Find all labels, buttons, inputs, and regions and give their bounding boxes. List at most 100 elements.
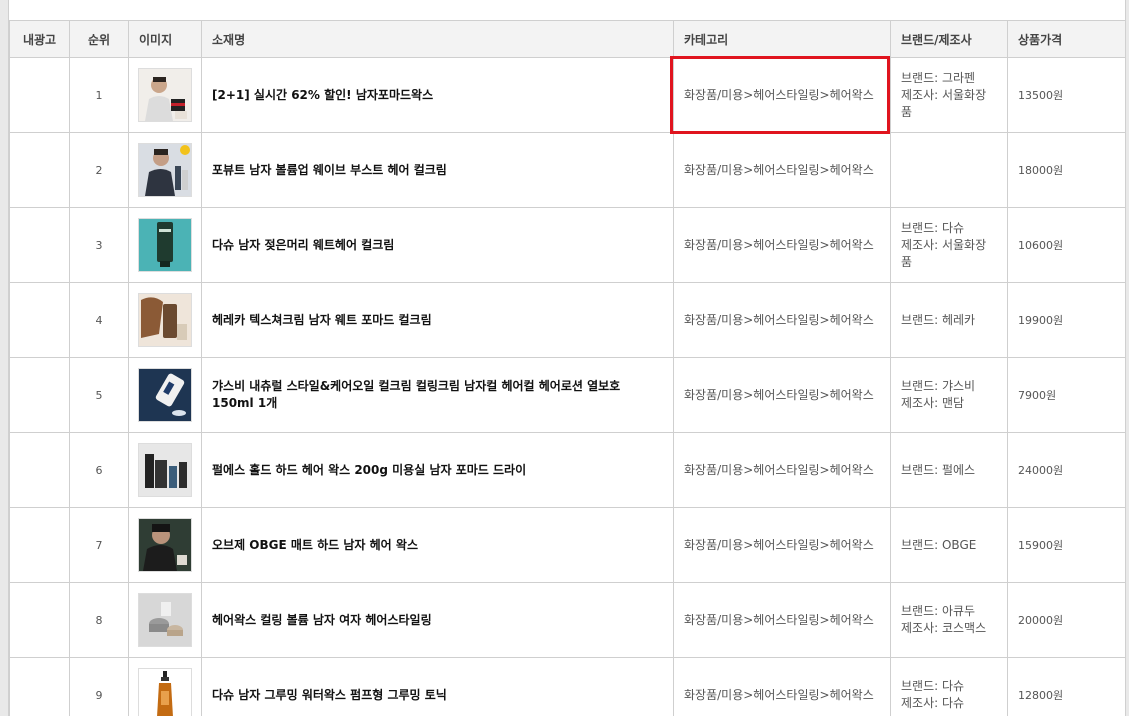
category-text: 화장품/미용>헤어스타일링>헤어왁스 <box>684 237 874 252</box>
product-table: 내광고 순위 이미지 소재명 카테고리 브랜드/제조사 상품가격 1 [2+1] … <box>9 20 1125 716</box>
brand-cell: 브랜드: 다슈제조사: 서울화장품 <box>890 207 1008 283</box>
table-row[interactable]: 9 다슈 남자 그루밍 워터왁스 펌프형 그루밍 토닉 화장품/미용>헤어스타일링>… <box>9 657 1125 716</box>
category-cell: 화장품/미용>헤어스타일링>헤어왁스 <box>670 56 891 134</box>
header-category[interactable]: 카테고리 <box>673 20 891 58</box>
brand-text: 브랜드: 다슈 <box>901 220 965 235</box>
product-thumbnail[interactable] <box>138 593 192 647</box>
brand-cell: 브랜드: 갸스비제조사: 맨담 <box>890 357 1008 433</box>
brand-text: 브랜드: 펄에스 <box>901 462 976 477</box>
table-row[interactable]: 8 헤어왁스 컬링 볼륨 남자 여자 헤어스타일링 화장품/미용>헤어스타일링>헤어… <box>9 582 1125 658</box>
brand-text: 브랜드: 갸스비 <box>901 379 976 393</box>
price-cell: 12800원 <box>1007 657 1125 716</box>
header-name[interactable]: 소재명 <box>201 20 674 58</box>
image-cell <box>128 657 202 716</box>
product-name-cell[interactable]: 오브제 OBGE 매트 하드 남자 헤어 왁스 <box>201 507 674 583</box>
header-image[interactable]: 이미지 <box>128 20 202 58</box>
image-cell <box>128 282 202 358</box>
image-cell <box>128 132 202 208</box>
maker-text: 제조사: 다슈 <box>901 696 965 710</box>
price-cell: 20000원 <box>1007 582 1125 658</box>
brand-text: 브랜드: 다슈 <box>901 679 965 693</box>
product-thumbnail[interactable] <box>138 668 192 716</box>
ad-cell <box>9 207 70 283</box>
table-row[interactable]: 7 오브제 OBGE 매트 하드 남자 헤어 왁스 화장품/미용>헤어스타일링>헤어… <box>9 507 1125 583</box>
ad-cell <box>9 432 70 508</box>
category-cell: 화장품/미용>헤어스타일링>헤어왁스 <box>673 582 891 658</box>
price-cell: 19900원 <box>1007 282 1125 358</box>
ad-cell <box>9 582 70 658</box>
table-row[interactable]: 1 [2+1] 실시간 62% 할인! 남자포마드왁스 화장품/미용>헤어스타일링>… <box>9 56 1125 134</box>
brand-cell: 브랜드: OBGE <box>890 507 1008 583</box>
price-cell: 7900원 <box>1007 357 1125 433</box>
product-name-cell[interactable]: [2+1] 실시간 62% 할인! 남자포마드왁스 <box>201 57 674 133</box>
image-cell <box>128 57 202 133</box>
ad-cell <box>9 132 70 208</box>
maker-text: 제조사: 서울화장품 <box>901 87 987 119</box>
brand-cell: 브랜드: 헤레카 <box>890 282 1008 358</box>
price-cell: 13500원 <box>1007 57 1125 133</box>
category-text: 화장품/미용>헤어스타일링>헤어왁스 <box>684 87 874 102</box>
table-row[interactable]: 4 헤레카 텍스쳐크림 남자 웨트 포마드 컬크림 화장품/미용>헤어스타일링>헤어… <box>9 282 1125 358</box>
table-row[interactable]: 2 포뷰트 남자 볼륨업 웨이브 부스트 헤어 컬크림 화장품/미용>헤어스타일링>… <box>9 132 1125 208</box>
product-thumbnail[interactable] <box>138 518 192 572</box>
product-name-cell[interactable]: 다슈 남자 그루밍 워터왁스 펌프형 그루밍 토닉 <box>201 657 674 716</box>
header-ad[interactable]: 내광고 <box>9 20 70 58</box>
header-brand[interactable]: 브랜드/제조사 <box>890 20 1008 58</box>
brand-cell <box>890 132 1008 208</box>
rank-cell: 3 <box>69 207 129 283</box>
table-header-row: 내광고 순위 이미지 소재명 카테고리 브랜드/제조사 상품가격 <box>9 20 1125 58</box>
rank-cell: 8 <box>69 582 129 658</box>
product-name-cell[interactable]: 헤레카 텍스쳐크림 남자 웨트 포마드 컬크림 <box>201 282 674 358</box>
maker-text: 제조사: 서울화장품 <box>901 237 987 269</box>
product-thumbnail[interactable] <box>138 143 192 197</box>
product-name-cell[interactable]: 헤어왁스 컬링 볼륨 남자 여자 헤어스타일링 <box>201 582 674 658</box>
price-cell: 10600원 <box>1007 207 1125 283</box>
ad-cell <box>9 282 70 358</box>
brand-cell: 브랜드: 그라펜제조사: 서울화장품 <box>890 57 1008 133</box>
category-cell: 화장품/미용>헤어스타일링>헤어왁스 <box>673 132 891 208</box>
table-row[interactable]: 6 펄에스 홀드 하드 헤어 왁스 200g 미용실 남자 포마드 드라이 화장품/… <box>9 432 1125 508</box>
brand-text: 브랜드: 그라펜 <box>901 70 976 85</box>
category-cell: 화장품/미용>헤어스타일링>헤어왁스 <box>673 282 891 358</box>
image-cell <box>128 207 202 283</box>
brand-cell: 브랜드: 펄에스 <box>890 432 1008 508</box>
rank-cell: 2 <box>69 132 129 208</box>
category-text: 화장품/미용>헤어스타일링>헤어왁스 <box>684 162 874 177</box>
product-thumbnail[interactable] <box>138 368 192 422</box>
category-cell: 화장품/미용>헤어스타일링>헤어왁스 <box>673 432 891 508</box>
product-ranking-panel: 내광고 순위 이미지 소재명 카테고리 브랜드/제조사 상품가격 1 [2+1] … <box>8 0 1126 716</box>
image-cell <box>128 582 202 658</box>
header-rank[interactable]: 순위 <box>69 20 129 58</box>
product-name-cell[interactable]: 펄에스 홀드 하드 헤어 왁스 200g 미용실 남자 포마드 드라이 <box>201 432 674 508</box>
category-cell: 화장품/미용>헤어스타일링>헤어왁스 <box>673 357 891 433</box>
category-text: 화장품/미용>헤어스타일링>헤어왁스 <box>684 537 874 552</box>
category-text: 화장품/미용>헤어스타일링>헤어왁스 <box>684 387 874 402</box>
product-thumbnail[interactable] <box>138 293 192 347</box>
ad-cell <box>9 507 70 583</box>
ad-cell <box>9 357 70 433</box>
product-thumbnail[interactable] <box>138 218 192 272</box>
product-thumbnail[interactable] <box>138 68 192 122</box>
table-row[interactable]: 5 갸스비 내츄럴 스타일&케어오일 컬크림 컬링크림 남자컬 헤어컬 헤어로션 … <box>9 357 1125 433</box>
rank-cell: 4 <box>69 282 129 358</box>
category-text: 화장품/미용>헤어스타일링>헤어왁스 <box>684 312 874 327</box>
top-strip <box>9 0 1125 20</box>
category-text: 화장품/미용>헤어스타일링>헤어왁스 <box>684 687 874 702</box>
maker-text: 제조사: 맨담 <box>901 396 965 410</box>
product-name-cell[interactable]: 다슈 남자 젖은머리 웨트헤어 컬크림 <box>201 207 674 283</box>
brand-cell: 브랜드: 아큐두제조사: 코스맥스 <box>890 582 1008 658</box>
brand-text: 브랜드: OBGE <box>901 537 977 552</box>
price-cell: 15900원 <box>1007 507 1125 583</box>
rank-cell: 7 <box>69 507 129 583</box>
table-row[interactable]: 3 다슈 남자 젖은머리 웨트헤어 컬크림 화장품/미용>헤어스타일링>헤어왁스 브랜… <box>9 207 1125 283</box>
brand-cell: 브랜드: 다슈제조사: 다슈 <box>890 657 1008 716</box>
brand-text: 브랜드: 헤레카 <box>901 312 976 327</box>
product-name-cell[interactable]: 포뷰트 남자 볼륨업 웨이브 부스트 헤어 컬크림 <box>201 132 674 208</box>
category-cell: 화장품/미용>헤어스타일링>헤어왁스 <box>673 657 891 716</box>
maker-text: 제조사: 코스맥스 <box>901 621 987 635</box>
product-thumbnail[interactable] <box>138 443 192 497</box>
brand-text: 브랜드: 아큐두 <box>901 604 976 618</box>
header-price[interactable]: 상품가격 <box>1007 20 1125 58</box>
category-text: 화장품/미용>헤어스타일링>헤어왁스 <box>684 462 874 477</box>
product-name-cell[interactable]: 갸스비 내츄럴 스타일&케어오일 컬크림 컬링크림 남자컬 헤어컬 헤어로션 열… <box>201 357 674 433</box>
